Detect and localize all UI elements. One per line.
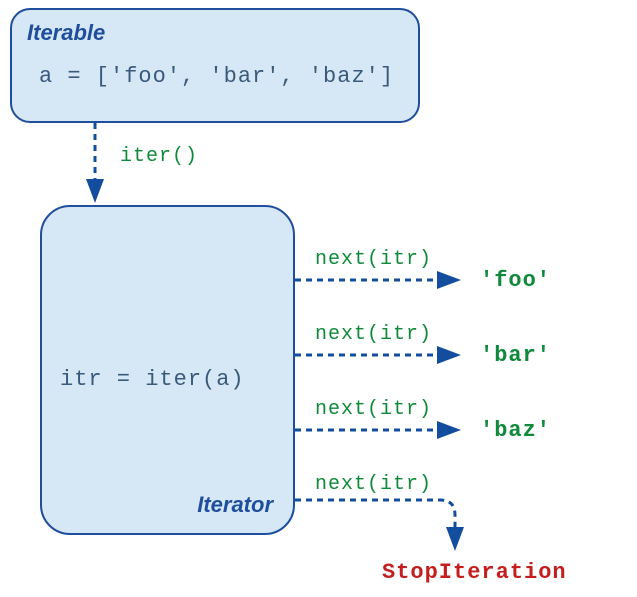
next-result-1: 'foo' — [480, 268, 551, 293]
next-arrow-1 — [295, 270, 465, 290]
next-arrow-4 — [295, 490, 485, 560]
next-label-4: next(itr) — [315, 473, 432, 496]
iterable-box: Iterable a = ['foo', 'bar', 'baz'] — [10, 8, 420, 123]
next-label-1: next(itr) — [315, 248, 432, 271]
iter-call-label: iter() — [120, 145, 198, 168]
next-result-2: 'bar' — [480, 343, 551, 368]
iterator-code: itr = iter(a) — [60, 367, 245, 392]
next-label-3: next(itr) — [315, 398, 432, 421]
iter-arrow — [85, 123, 115, 208]
iterator-title: Iterator — [197, 492, 273, 518]
iterator-box: itr = iter(a) Iterator — [40, 205, 295, 535]
stop-iteration: StopIteration — [382, 560, 567, 585]
next-arrow-3 — [295, 420, 465, 440]
iterable-title: Iterable — [27, 20, 403, 46]
next-result-3: 'baz' — [480, 418, 551, 443]
iterable-code: a = ['foo', 'bar', 'baz'] — [27, 64, 403, 89]
next-label-2: next(itr) — [315, 323, 432, 346]
next-arrow-2 — [295, 345, 465, 365]
